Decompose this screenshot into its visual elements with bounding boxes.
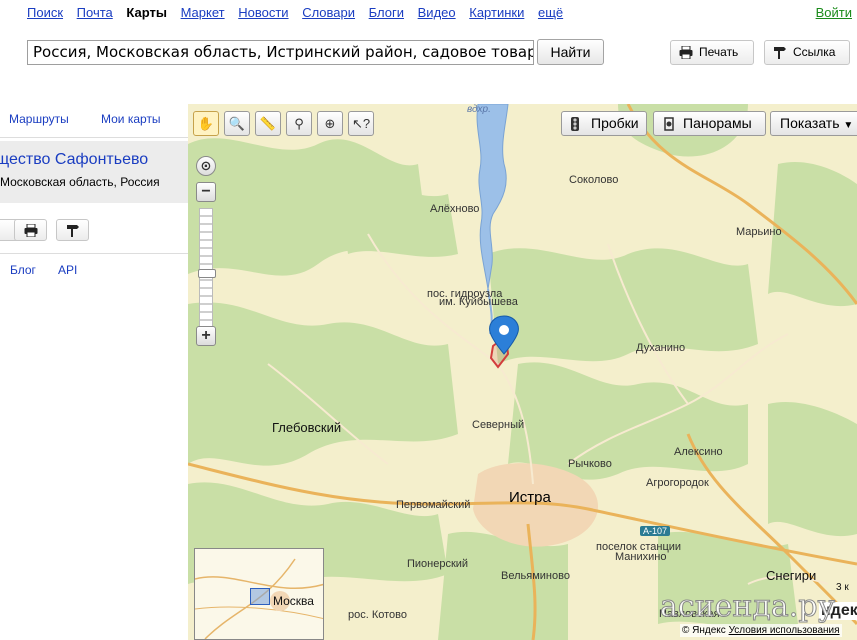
zoom-out-button[interactable]: − [196,182,216,202]
map-label-severny: Северный [472,419,525,431]
map-label-alekhnovo: Алёхново [430,203,480,215]
nav-search[interactable]: Поиск [27,5,63,20]
panel-tabs: Маршруты Мои карты [0,104,188,138]
map-label-dukhanino: Духанино [636,342,686,354]
copyright-text: © Яндекс [682,625,726,636]
nav-dictionaries[interactable]: Словари [302,5,355,20]
cursor-question-icon: ↖? [351,116,371,131]
link-button[interactable]: Ссылка [764,40,850,65]
blog-link[interactable]: Блог [10,263,36,277]
result-print-button[interactable] [14,219,47,241]
hand-tool-button[interactable]: ✋ [193,111,219,136]
terms-link[interactable]: Условия использования [729,625,840,636]
search-result[interactable]: щество Сафонтьево Московская область, Ро… [0,141,188,203]
map-label-kotovo: рос. Котово [348,609,408,621]
search-input[interactable]: Россия, Московская область, Истринский р… [27,40,534,65]
print-button[interactable]: Печать [670,40,754,65]
map-label-reservoir: вдхр. [467,104,491,115]
route-icon: ⚲ [294,116,304,131]
link-label: Ссылка [793,45,836,59]
login-link[interactable]: Войти [816,5,852,20]
zoom-in-button[interactable]: + [196,326,216,346]
add-placemark-button[interactable]: ⊕ [317,111,343,136]
result-title[interactable]: щество Сафонтьево [0,151,148,169]
zoom-slider-track[interactable] [198,208,216,334]
nav-market[interactable]: Маркет [181,5,225,20]
map-label-gidrouzel-2: им. Куйбышева [439,296,518,308]
show-label: Показать [780,115,840,131]
signpost-icon [67,225,79,237]
map-footer: © Яндекс Условия использования [680,624,842,637]
zoom-slider-thumb[interactable] [198,269,216,278]
left-panel: Маршруты Мои карты щество Сафонтьево Мос… [0,104,188,640]
nav-blogs[interactable]: Блоги [369,5,404,20]
overview-label-moscow: Москва [273,594,314,608]
ruler-button[interactable]: 📏 [255,111,281,136]
map-label-glebovsky: Глебовский [272,420,342,435]
map-label-agrogorodok: Агрогородок [646,477,709,489]
printer-icon [679,46,693,59]
crosshair-icon: ⊙ [200,158,212,173]
find-button[interactable]: Найти [537,39,604,65]
show-layers-dropdown[interactable]: Показать ▼ [770,111,857,136]
panorama-camera-icon [664,117,674,131]
nav-video[interactable]: Видео [418,5,456,20]
panel-divider [0,253,188,254]
placemark-add-icon: ⊕ [324,116,336,131]
signpost-icon [774,47,786,59]
nav-news[interactable]: Новости [238,5,288,20]
map-label-marino: Марьино [736,226,782,238]
service-nav: Поиск Почта Карты Маркет Новости Словари… [27,5,573,23]
map-label-velyaminovo: Вельяминово [501,570,570,582]
map-label-rychkovo: Рычково [568,458,612,470]
printer-icon [24,224,38,237]
scale-label: 3 к [836,582,849,593]
map-label-istra: Истра [509,489,551,506]
panoramas-button[interactable]: Панорамы [653,111,766,136]
map-label-snegiri: Снегири [766,568,817,583]
nav-more[interactable]: ещё [538,5,563,20]
map-label-manikhino-2: Манихино [615,551,667,563]
print-label: Печать [699,45,739,59]
map-label-sokolovo: Соколово [569,174,619,186]
traffic-label: Пробки [591,115,639,131]
panoramas-label: Панорамы [683,115,752,131]
map-label-pervomaysky: Первомайский [396,499,471,511]
nav-maps-current: Карты [126,5,167,20]
result-subtitle: Московская область, Россия [0,175,160,189]
hand-icon: ✋ [197,116,215,131]
route-tool-button[interactable]: ⚲ [286,111,312,136]
result-link-button[interactable] [56,219,89,241]
overview-minimap[interactable]: Москва [194,548,324,640]
traffic-light-icon [571,117,579,131]
tab-my-maps[interactable]: Мои карты [101,112,161,126]
map-canvas[interactable]: вдхр. Соколово Алёхново Марьино пос. гид… [188,104,857,640]
locate-me-button[interactable]: ⊙ [196,156,216,176]
magnifier-icon: 🔍 [228,116,246,131]
map-label-pionersky: Пионерский [407,558,469,570]
site-watermark: асиенда.ру [659,589,836,625]
overview-viewport[interactable] [250,588,270,605]
nav-images[interactable]: Картинки [469,5,524,20]
api-link[interactable]: API [58,263,77,277]
map-label-aleksino: Алексино [674,446,723,458]
chevron-down-icon: ▼ [843,120,854,131]
traffic-button[interactable]: Пробки [561,111,647,136]
zoom-area-button[interactable]: 🔍 [224,111,250,136]
nav-mail[interactable]: Почта [77,5,113,20]
ruler-icon: 📏 [259,116,277,131]
road-shield-a107: А-107 [640,526,671,536]
tab-routes[interactable]: Маршруты [9,112,69,126]
whats-here-button[interactable]: ↖? [348,111,374,136]
